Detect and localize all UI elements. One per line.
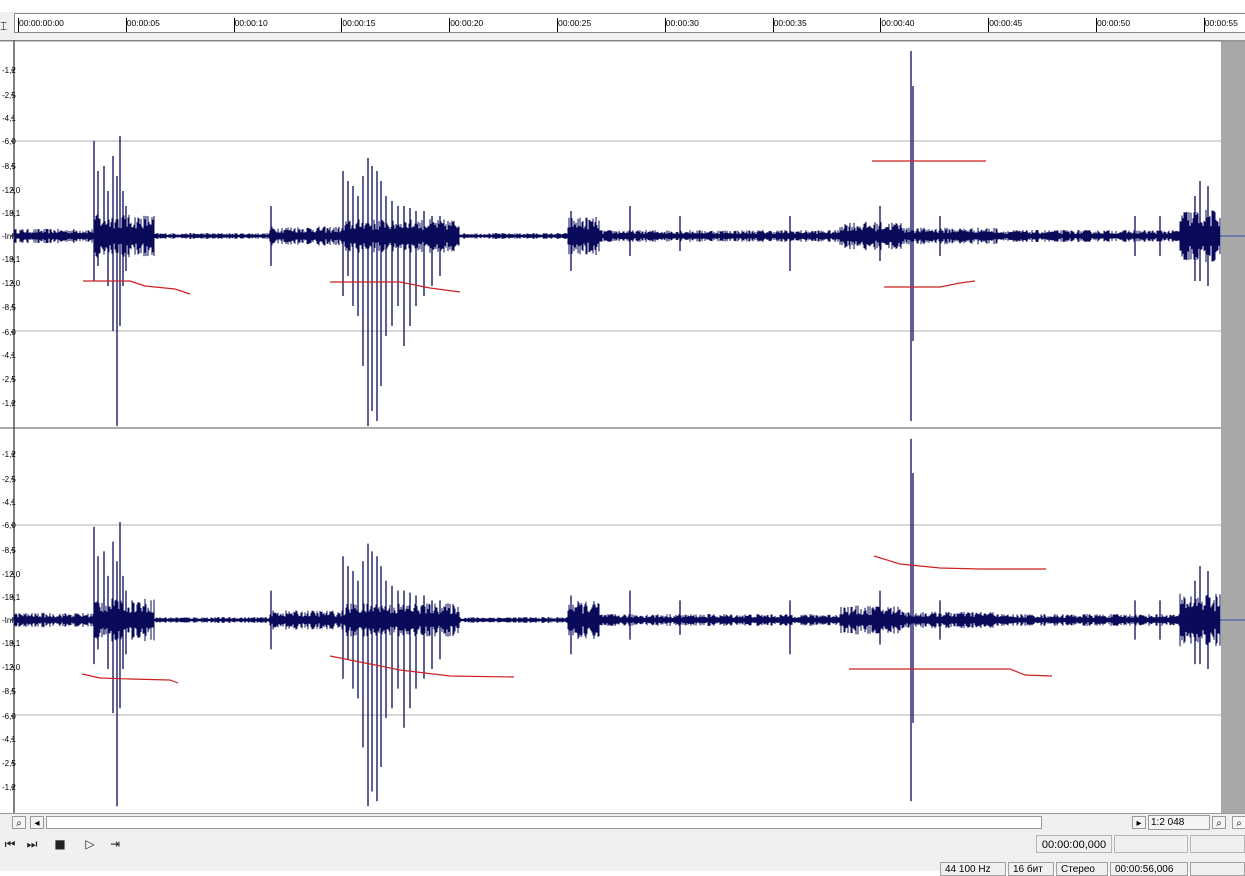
ruler-tick-label: 00:00:10 — [234, 18, 268, 28]
scale-label: -4,1 — [2, 498, 16, 507]
scale-label: -2,5 — [2, 475, 16, 484]
zoom-in-icon[interactable]: ⌕ — [1212, 816, 1226, 829]
scale-label: -2,5 — [2, 375, 16, 384]
waveform-body — [13, 593, 1221, 647]
time-ruler[interactable]: ⌶ 00:00:00:00 00:00:05 00:00:10 00:00:15 00:… — [0, 12, 1245, 41]
sample-rate: 44 100 Hz — [940, 862, 1006, 876]
waveform-view[interactable]: -1,2-2,5-4,1-6,0-8,5-12,0-18,1-Inf.-18,1… — [0, 40, 1245, 813]
scale-label: -4,1 — [2, 735, 16, 744]
horizontal-scrollbar[interactable]: ⌕ ◂ ▸ 1:2 048 ⌕ ⌕ — [0, 813, 1245, 831]
ruler-tick-label: 00:00:35 — [773, 18, 807, 28]
ruler-tick-label: 00:00:25 — [558, 18, 592, 28]
scale-label: -2,5 — [2, 759, 16, 768]
annotation-stroke — [83, 280, 191, 295]
annotation-stroke — [330, 281, 461, 293]
ruler-tick-label: 00:00:00:00 — [19, 18, 64, 28]
scale-label: -8,5 — [2, 546, 16, 555]
arrow-left-icon[interactable]: ◂ — [30, 816, 44, 829]
play-icon[interactable]: ▷ — [80, 836, 100, 852]
annotation-stroke — [884, 280, 976, 288]
scale-label: -6,0 — [2, 328, 16, 337]
duration: 00:00:56,006 — [1110, 862, 1188, 876]
status-empty — [1190, 862, 1245, 876]
bit-depth: 16 бит — [1008, 862, 1054, 876]
skip-forward-icon[interactable]: ⏭ — [22, 836, 42, 852]
scale-label: -2,5 — [2, 91, 16, 100]
scroll-region — [1221, 40, 1245, 813]
ruler-tick-label: 00:00:15 — [342, 18, 376, 28]
ruler-strip[interactable]: 00:00:00:00 00:00:05 00:00:10 00:00:15 00:00… — [14, 13, 1245, 33]
ruler-tick-label: 00:00:45 — [989, 18, 1023, 28]
skip-back-icon[interactable]: ⏮ — [0, 836, 20, 852]
ruler-tick-label: 00:00:30 — [665, 18, 699, 28]
scale-label: -4,1 — [2, 114, 16, 123]
ruler-tick-label: 00:00:05 — [126, 18, 160, 28]
zoom-ratio: 1:2 048 — [1148, 815, 1210, 830]
waveform-body — [13, 210, 1221, 262]
scale-label: -6,0 — [2, 137, 16, 146]
time-field-2 — [1114, 835, 1188, 853]
magnifier-icon[interactable]: ⌕ — [12, 816, 26, 829]
annotation-stroke — [81, 673, 179, 684]
channels: Стерео — [1056, 862, 1108, 876]
scrollbar-track[interactable] — [46, 816, 1042, 829]
loop-icon[interactable]: ⇥ — [105, 836, 125, 852]
scale-label: -6,0 — [2, 712, 16, 721]
scale-label: -1,2 — [2, 66, 16, 75]
annotation-stroke — [873, 555, 1046, 570]
ruler-tick-label: 00:00:40 — [881, 18, 915, 28]
scale-label: -1,2 — [2, 783, 16, 792]
scale-label: -6,0 — [2, 521, 16, 530]
scale-label: -4,1 — [2, 351, 16, 360]
ruler-tick-label: 00:00:50 — [1097, 18, 1131, 28]
scale-label: -8,5 — [2, 303, 16, 312]
ruler-tick-label: 00:00:55 — [1204, 18, 1238, 28]
scale-label: -8,5 — [2, 687, 16, 696]
status-bar: 44 100 Hz 16 бит Стерео 00:00:56,006 — [0, 860, 1245, 876]
arrow-right-icon[interactable]: ▸ — [1132, 816, 1146, 829]
scale-label: -1,2 — [2, 399, 16, 408]
annotation-stroke — [849, 668, 1053, 677]
scale-label: -8,5 — [2, 162, 16, 171]
time-field-3 — [1190, 835, 1245, 853]
scale-label: -1,2 — [2, 450, 16, 459]
zoom-out-icon[interactable]: ⌕ — [1232, 816, 1245, 829]
stop-icon[interactable]: ■ — [50, 836, 70, 852]
i-beam-icon: ⌶ — [0, 19, 8, 33]
ruler-tick-label: 00:00:20 — [450, 18, 484, 28]
current-time: 00:00:00,000 — [1036, 835, 1112, 853]
